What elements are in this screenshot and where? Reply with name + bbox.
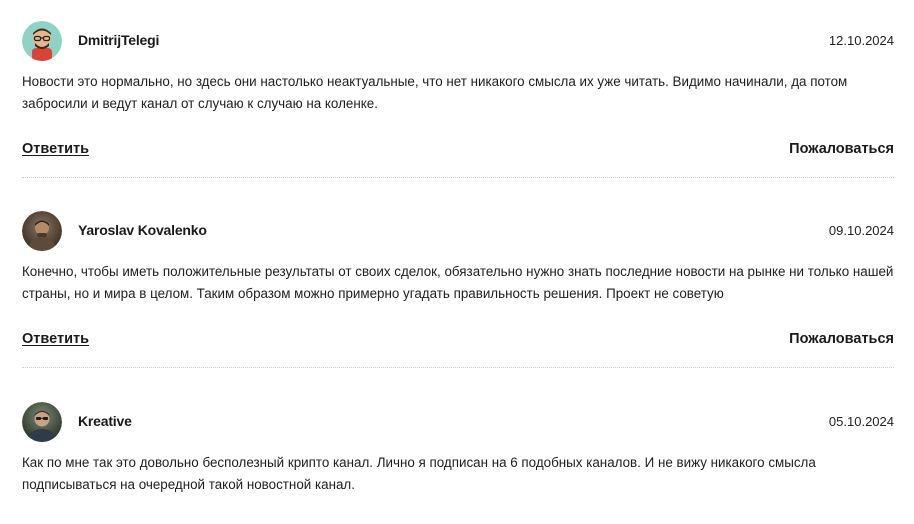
comment-author: Kreative [78, 413, 132, 429]
comment-divider [22, 367, 894, 368]
cartoon-avatar-icon [22, 21, 62, 61]
comment-text: Конечно, чтобы иметь положительные резул… [22, 264, 894, 301]
comment-date: 12.10.2024 [828, 33, 894, 48]
comment-date: 05.10.2024 [828, 414, 894, 429]
comment-item: DmitrijTelegi 12.10.2024 Новости это нор… [22, 21, 894, 178]
report-link[interactable]: Пожаловаться [789, 141, 894, 157]
comment-author: Yaroslav Kovalenko [78, 222, 207, 238]
comment-date: 09.10.2024 [828, 223, 894, 238]
comment-author: DmitrijTelegi [78, 32, 160, 48]
comment-header: DmitrijTelegi 12.10.2024 [22, 21, 894, 61]
comment-divider [22, 177, 894, 178]
comment-item: Yaroslav Kovalenko 09.10.2024 Конечно, ч… [22, 211, 894, 368]
report-link[interactable]: Пожаловаться [789, 331, 894, 347]
reply-link[interactable]: Ответить [22, 331, 89, 347]
photo-avatar-icon [22, 402, 62, 442]
comment-header: Kreative 05.10.2024 [22, 402, 894, 442]
comment-item: Kreative 05.10.2024 Как по мне так это д… [22, 402, 894, 495]
reply-link[interactable]: Ответить [22, 141, 89, 157]
comment-actions: Ответить Пожаловаться [22, 141, 894, 178]
comments-list: DmitrijTelegi 12.10.2024 Новости это нор… [0, 0, 914, 524]
photo-avatar-icon [22, 211, 62, 251]
comment-text: Как по мне так это довольно бесполезный … [22, 455, 816, 492]
comment-header: Yaroslav Kovalenko 09.10.2024 [22, 211, 894, 251]
comment-text: Новости это нормально, но здесь они наст… [22, 74, 848, 111]
comment-actions: Ответить Пожаловаться [22, 331, 894, 368]
